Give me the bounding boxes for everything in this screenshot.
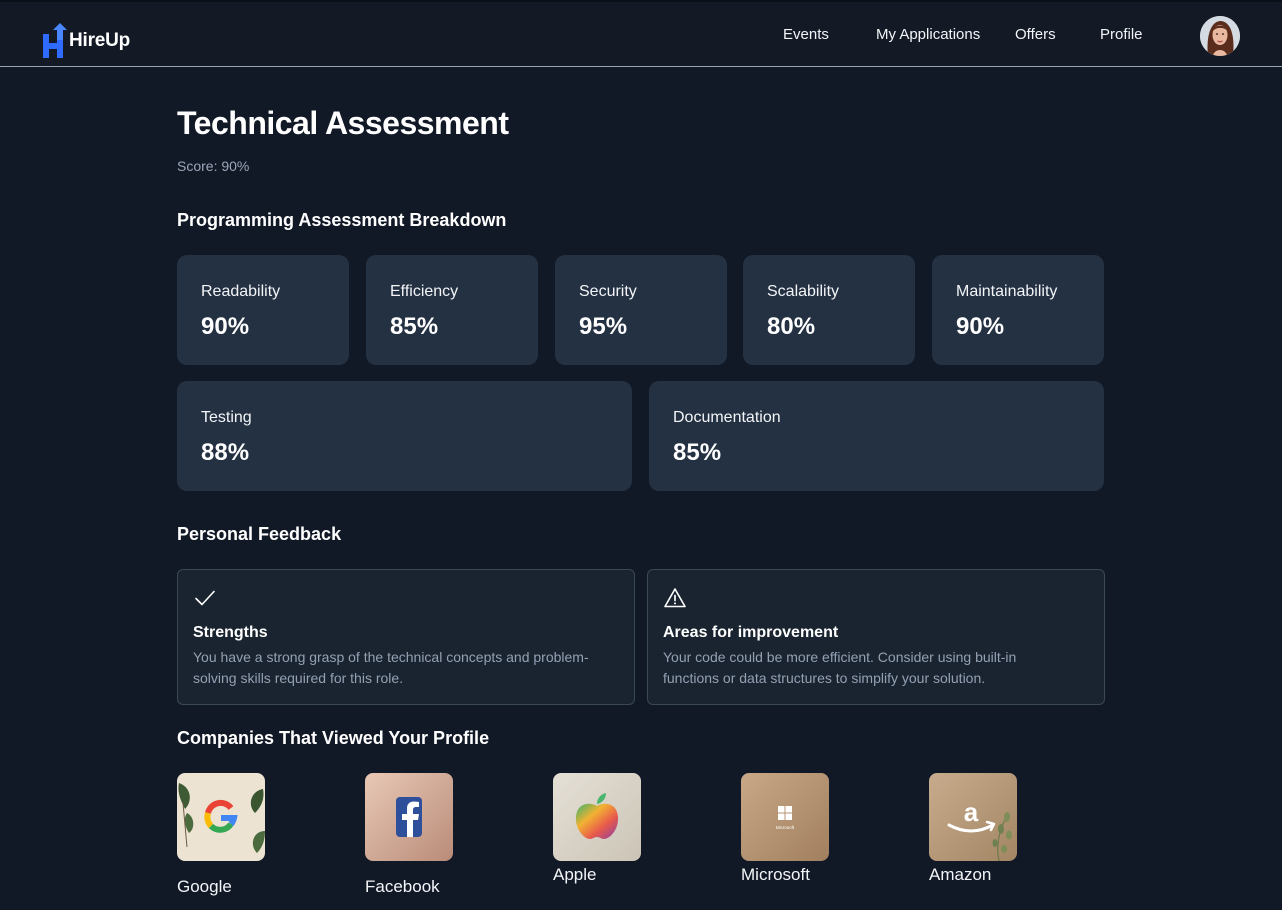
- nav-my-applications[interactable]: My Applications: [876, 26, 980, 43]
- company-name: Apple: [553, 865, 597, 884]
- metric-label: Scalability: [767, 283, 840, 300]
- company-name: Facebook: [365, 877, 440, 896]
- metric-value: 95%: [579, 313, 628, 340]
- hireup-logo-icon: [43, 23, 67, 58]
- feedback-title: Strengths: [193, 624, 268, 641]
- metric-card-efficiency: Efficiency 85%: [366, 255, 538, 365]
- avatar-portrait-icon: [1200, 16, 1240, 56]
- page: HireUp Events My Applications Offers Pro…: [0, 0, 1282, 910]
- metric-label: Testing: [201, 409, 252, 426]
- company-name: Google: [177, 877, 232, 896]
- hireup-logo[interactable]: HireUp: [42, 23, 130, 59]
- metric-card-maintainability: Maintainability 90%: [932, 255, 1104, 365]
- company-microsoft[interactable]: Microsoft Microsoft: [741, 773, 829, 885]
- metric-card-documentation: Documentation 85%: [649, 381, 1104, 491]
- metric-label: Documentation: [673, 409, 781, 426]
- warning-icon: [664, 588, 686, 608]
- page-title: Technical Assessment: [177, 105, 509, 141]
- company-google[interactable]: Google: [177, 773, 265, 897]
- metric-label: Security: [579, 283, 637, 300]
- company-amazon[interactable]: a Amazon: [929, 773, 1017, 885]
- metric-value: 85%: [390, 313, 439, 340]
- metric-card-testing: Testing 88%: [177, 381, 632, 491]
- metric-value: 80%: [767, 313, 816, 340]
- check-icon: [195, 590, 215, 606]
- company-name: Amazon: [929, 865, 992, 884]
- apple-logo[interactable]: [553, 773, 641, 861]
- metric-value: 90%: [201, 313, 250, 340]
- company-facebook[interactable]: Facebook: [365, 773, 453, 897]
- nav-events[interactable]: Events: [783, 26, 829, 43]
- feedback-text: Your code could be more efficient. Consi…: [663, 649, 1017, 686]
- metric-label: Efficiency: [390, 283, 459, 300]
- amazon-logo-letter: a: [964, 797, 979, 827]
- metric-card-readability: Readability 90%: [177, 255, 349, 365]
- feedback-title: Areas for improvement: [663, 624, 839, 641]
- improvement-card: Areas for improvement Your code could be…: [647, 569, 1105, 705]
- brand-name: HireUp: [69, 30, 131, 51]
- strengths-card: Strengths You have a strong grasp of the…: [177, 569, 635, 705]
- breakdown-section-title: Programming Assessment Breakdown: [177, 210, 507, 230]
- amazon-logo[interactable]: a: [929, 773, 1017, 861]
- metric-label: Maintainability: [956, 283, 1058, 300]
- microsoft-logo[interactable]: Microsoft: [741, 773, 829, 861]
- user-avatar[interactable]: [1200, 16, 1240, 56]
- top-navigation-bar: HireUp Events My Applications Offers Pro…: [0, 0, 1282, 67]
- feedback-text: You have a strong grasp of the technical…: [193, 649, 589, 686]
- nav-profile[interactable]: Profile: [1100, 26, 1143, 43]
- company-name: Microsoft: [741, 865, 810, 884]
- metric-label: Readability: [201, 283, 281, 300]
- metric-value: 85%: [673, 439, 722, 466]
- metric-value: 88%: [201, 439, 250, 466]
- companies-section-title: Companies That Viewed Your Profile: [177, 728, 490, 748]
- google-logo[interactable]: [177, 773, 265, 861]
- metric-value: 90%: [956, 313, 1005, 340]
- feedback-section-title: Personal Feedback: [177, 524, 342, 544]
- nav-offers[interactable]: Offers: [1015, 26, 1056, 43]
- facebook-logo[interactable]: [365, 773, 453, 861]
- microsoft-logo-caption: Microsoft: [776, 825, 795, 830]
- overall-score: Score: 90%: [177, 158, 250, 174]
- metric-card-scalability: Scalability 80%: [743, 255, 915, 365]
- metric-card-security: Security 95%: [555, 255, 727, 365]
- company-apple[interactable]: Apple: [553, 773, 641, 885]
